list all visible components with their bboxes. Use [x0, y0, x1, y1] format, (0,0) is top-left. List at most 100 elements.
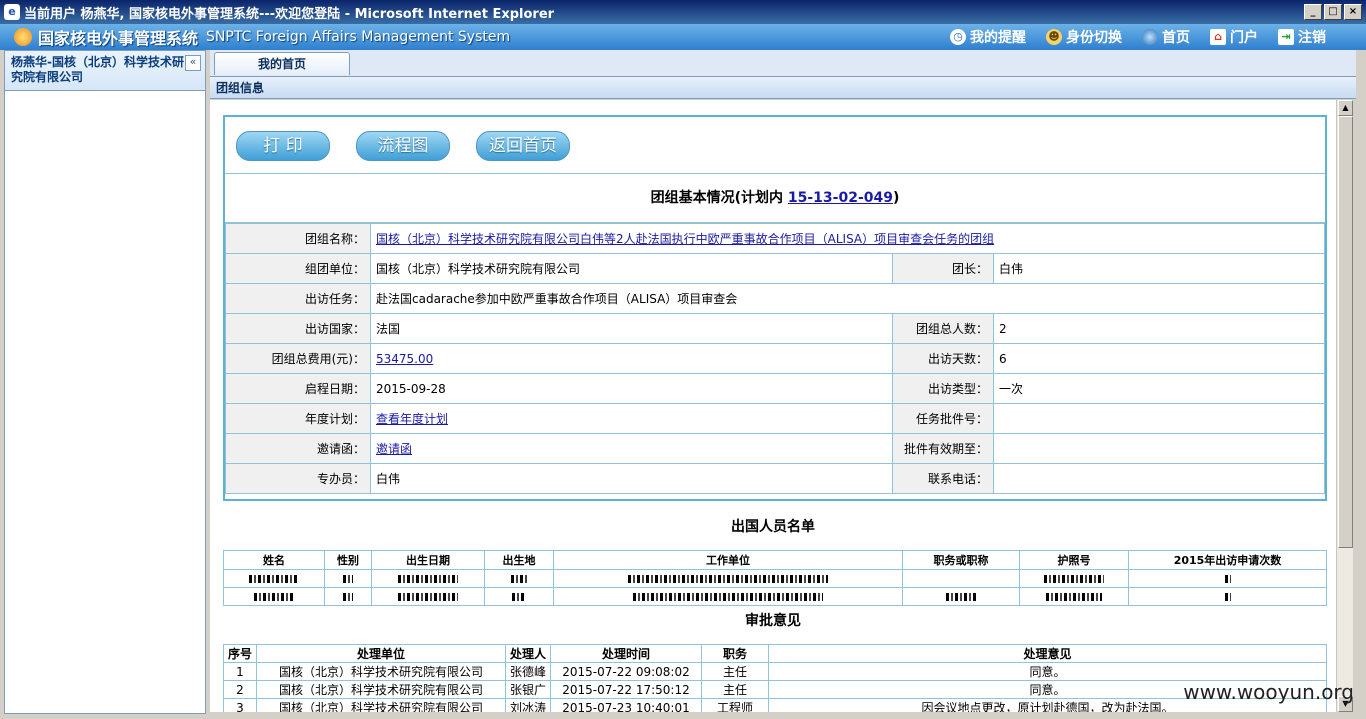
cost-link[interactable]: 53475.00 — [376, 352, 433, 366]
visit-type-value: 一次 — [993, 373, 1325, 404]
col-time: 处理时间 — [550, 644, 702, 663]
cost-cell: 53475.00 — [370, 343, 893, 374]
task-label: 出访任务： — [225, 283, 371, 314]
redacted-cell — [1019, 587, 1129, 606]
redacted-cell — [324, 587, 372, 606]
unit-value: 国核（北京）科学技术研究院有限公司 — [370, 253, 893, 284]
invitation-link[interactable]: 邀请函 — [376, 442, 412, 456]
col-seq: 序号 — [223, 644, 257, 663]
tab-my-home[interactable]: 我的首页 — [214, 52, 350, 75]
system-name-en: SNPTC Foreign Affairs Management System — [206, 29, 511, 45]
vertical-scrollbar[interactable]: ▲ ▼ — [1336, 100, 1353, 712]
redacted-cell — [484, 569, 554, 588]
redacted-cell — [484, 587, 554, 606]
collapse-sidebar-button[interactable]: « — [185, 55, 201, 71]
table-row: 出访任务： 赴法国cadarache参加中欧严重事故合作项目（ALISA）项目审… — [225, 283, 1325, 314]
table-row — [223, 569, 1327, 588]
staff-label: 专办员： — [225, 463, 371, 494]
maximize-button[interactable]: □ — [1324, 4, 1342, 20]
redacted-cell — [223, 587, 325, 606]
group-info-table: 团组名称： 国核（北京）科学技术研究院有限公司白伟等2人赴法国执行中欧严重事故合… — [225, 223, 1325, 494]
nav-home[interactable]: 首页 — [1142, 27, 1190, 47]
table-row: 团组总费用(元)： 53475.00 出访天数： 6 — [225, 343, 1325, 374]
table-header-row: 序号 处理单位 处理人 处理时间 职务 处理意见 — [223, 644, 1327, 663]
days-value: 6 — [993, 343, 1325, 374]
scroll-thumb[interactable] — [1338, 116, 1353, 548]
nav-portal-label: 门户 — [1230, 30, 1258, 46]
row-person: 张银广 — [505, 680, 551, 699]
visit-type-label: 出访类型： — [892, 373, 994, 404]
people-count-value: 2 — [993, 313, 1325, 344]
redacted-cell — [553, 587, 903, 606]
print-button[interactable]: 打 印 — [236, 131, 330, 161]
logout-icon: ⇥ — [1278, 29, 1294, 45]
col-opinion: 处理意见 — [768, 644, 1327, 663]
invitation-cell: 邀请函 — [370, 433, 893, 464]
col-post: 职务 — [701, 644, 769, 663]
sidebar-user: 杨燕华-国核（北京）科学技术研究院有限公司 — [5, 51, 205, 91]
plan-number-link[interactable]: 15-13-02-049 — [788, 190, 893, 206]
people-table: 姓名 性别 出生日期 出生地 工作单位 职务或职称 护照号 2015年出访申请次… — [223, 550, 1327, 606]
row-no: 1 — [223, 662, 257, 681]
back-home-button[interactable]: 返回首页 — [476, 131, 570, 161]
scroll-up-icon[interactable]: ▲ — [1338, 100, 1353, 116]
group-info-frame: 打 印 流程图 返回首页 团组基本情况(计划内 15-13-02-049) 团组… — [223, 115, 1327, 501]
valid-until-label: 批件有效期至： — [892, 433, 994, 464]
col-birthplace: 出生地 — [484, 550, 554, 570]
watermark: www.wooyun.org — [1183, 680, 1354, 704]
col-passport: 护照号 — [1019, 550, 1129, 570]
redacted-cell — [371, 587, 485, 606]
minimize-button[interactable]: _ — [1304, 4, 1322, 20]
people-count-label: 团组总人数： — [892, 313, 994, 344]
row-unit: 国核（北京）科学技术研究院有限公司 — [256, 662, 506, 681]
clock-icon: ◷ — [950, 29, 966, 45]
group-name-link[interactable]: 国核（北京）科学技术研究院有限公司白伟等2人赴法国执行中欧严重事故合作项目（AL… — [376, 232, 994, 246]
country-label: 出访国家： — [225, 313, 371, 344]
col-birthdate: 出生日期 — [371, 550, 485, 570]
nav-portal[interactable]: ⌂ 门户 — [1210, 27, 1258, 47]
redacted-cell — [1128, 587, 1327, 606]
redacted-cell — [1128, 569, 1327, 588]
top-nav: ◷ 我的提醒 ☻ 身份切换 首页 ⌂ 门户 ⇥ 注销 — [950, 27, 1326, 47]
house-icon: ⌂ — [1210, 29, 1226, 45]
ie-icon: e — [4, 4, 20, 20]
row-no: 2 — [223, 680, 257, 699]
table-row: 启程日期： 2015-09-28 出访类型： 一次 — [225, 373, 1325, 404]
redacted-cell — [371, 569, 485, 588]
group-title-prefix: 团组基本情况(计划内 — [650, 190, 783, 206]
col-workplace: 工作单位 — [553, 550, 903, 570]
table-row: 专办员： 白伟 联系电话： — [225, 463, 1325, 494]
staff-value: 白伟 — [370, 463, 893, 494]
phone-label: 联系电话： — [892, 463, 994, 494]
phone-value — [993, 463, 1325, 494]
annual-plan-link[interactable]: 查看年度计划 — [376, 412, 448, 426]
window-title: 当前用户 杨燕华, 国家核电外事管理系统---欢迎您登陆 - Microsoft… — [24, 6, 555, 22]
redacted-cell — [553, 569, 903, 588]
days-label: 出访天数： — [892, 343, 994, 374]
col-gender: 性别 — [324, 550, 372, 570]
table-header-row: 姓名 性别 出生日期 出生地 工作单位 职务或职称 护照号 2015年出访申请次… — [223, 550, 1327, 570]
user-switch-icon: ☻ — [1046, 29, 1062, 45]
cost-label: 团组总费用(元)： — [225, 343, 371, 374]
nav-reminder[interactable]: ◷ 我的提醒 — [950, 27, 1026, 47]
nav-logout[interactable]: ⇥ 注销 — [1278, 27, 1326, 47]
annual-plan-label: 年度计划： — [225, 403, 371, 434]
table-row: 2 国核（北京）科学技术研究院有限公司 张银广 2015-07-22 17:50… — [223, 680, 1327, 699]
valid-until-value — [993, 433, 1325, 464]
redacted-cell — [902, 587, 1020, 606]
redacted-cell — [223, 569, 325, 588]
system-name-cn: 国家核电外事管理系统 — [38, 29, 199, 48]
redacted-cell — [902, 569, 1020, 588]
window-titlebar: e 当前用户 杨燕华, 国家核电外事管理系统---欢迎您登陆 - Microso… — [0, 0, 1366, 24]
table-row: 团组名称： 国核（北京）科学技术研究院有限公司白伟等2人赴法国执行中欧严重事故合… — [225, 223, 1325, 254]
approval-no-value — [993, 403, 1325, 434]
unit-label: 组团单位： — [225, 253, 371, 284]
sidebar: 杨燕华-国核（北京）科学技术研究院有限公司 « — [4, 50, 206, 714]
row-post: 主任 — [701, 662, 769, 681]
flowchart-button[interactable]: 流程图 — [356, 131, 450, 161]
row-time: 2015-07-23 10:40:01 — [550, 698, 702, 712]
table-row: 出访国家： 法国 团组总人数： 2 — [225, 313, 1325, 344]
close-button[interactable]: × — [1344, 4, 1362, 20]
approval-table: 序号 处理单位 处理人 处理时间 职务 处理意见 1 国核（北京）科学技术研究院… — [223, 644, 1327, 712]
nav-switch-identity[interactable]: ☻ 身份切换 — [1046, 27, 1122, 47]
